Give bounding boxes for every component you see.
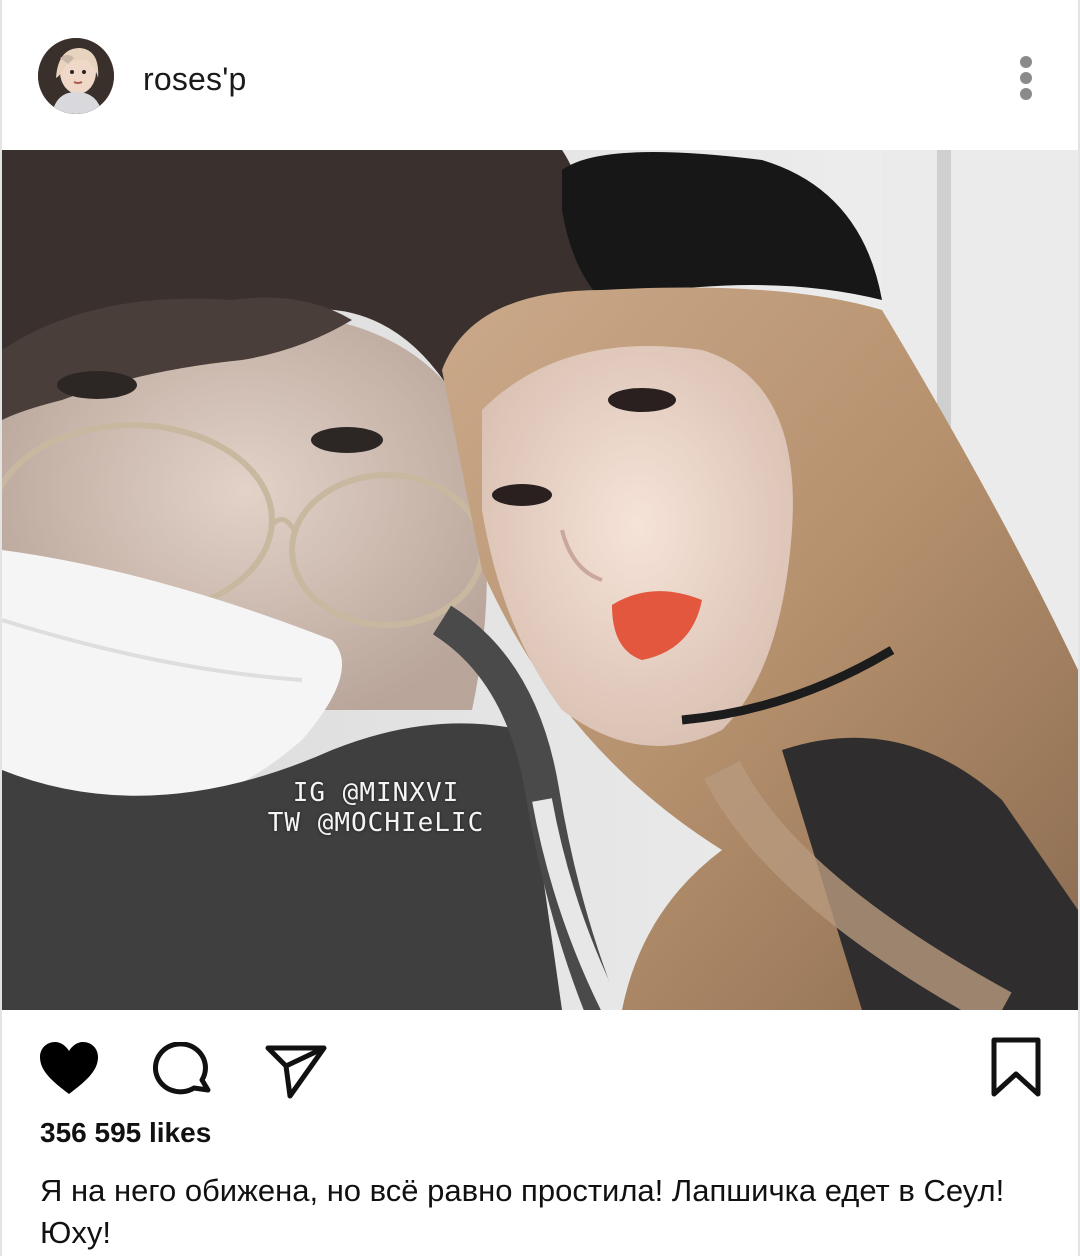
share-button[interactable] — [264, 1042, 328, 1100]
watermark-line-1: IG @MINXVI — [292, 778, 460, 808]
more-options-button[interactable] — [1006, 50, 1046, 106]
action-bar — [2, 1010, 1078, 1110]
username[interactable]: roses'p — [143, 60, 247, 98]
comment-button[interactable] — [152, 1042, 214, 1100]
send-icon — [265, 1045, 327, 1099]
post-photo[interactable]: IG @MINXVI TW @MOCHIeLIC — [2, 150, 1078, 1010]
more-vertical-icon — [1020, 56, 1032, 68]
more-dot — [1020, 72, 1032, 84]
watermark-line-2: TW @MOCHIeLIC — [267, 808, 485, 838]
likes-count[interactable]: 356 595 likes — [40, 1116, 211, 1150]
more-dot — [1020, 88, 1032, 100]
post-caption: Я на него обижена, но всё равно простила… — [40, 1173, 1005, 1250]
save-button[interactable] — [990, 1036, 1042, 1098]
photo-watermark: IG @MINXVI TW @MOCHIeLIC — [246, 778, 506, 838]
heart-icon — [40, 1042, 98, 1094]
like-button[interactable] — [38, 1040, 100, 1096]
post-header: roses'p — [2, 0, 1078, 150]
instagram-post: roses'p IG @MINXVI TW @MOCHIeLIC 356 595… — [0, 0, 1080, 1256]
comment-icon — [152, 1042, 211, 1095]
bookmark-icon — [991, 1037, 1041, 1097]
avatar[interactable] — [38, 38, 114, 114]
